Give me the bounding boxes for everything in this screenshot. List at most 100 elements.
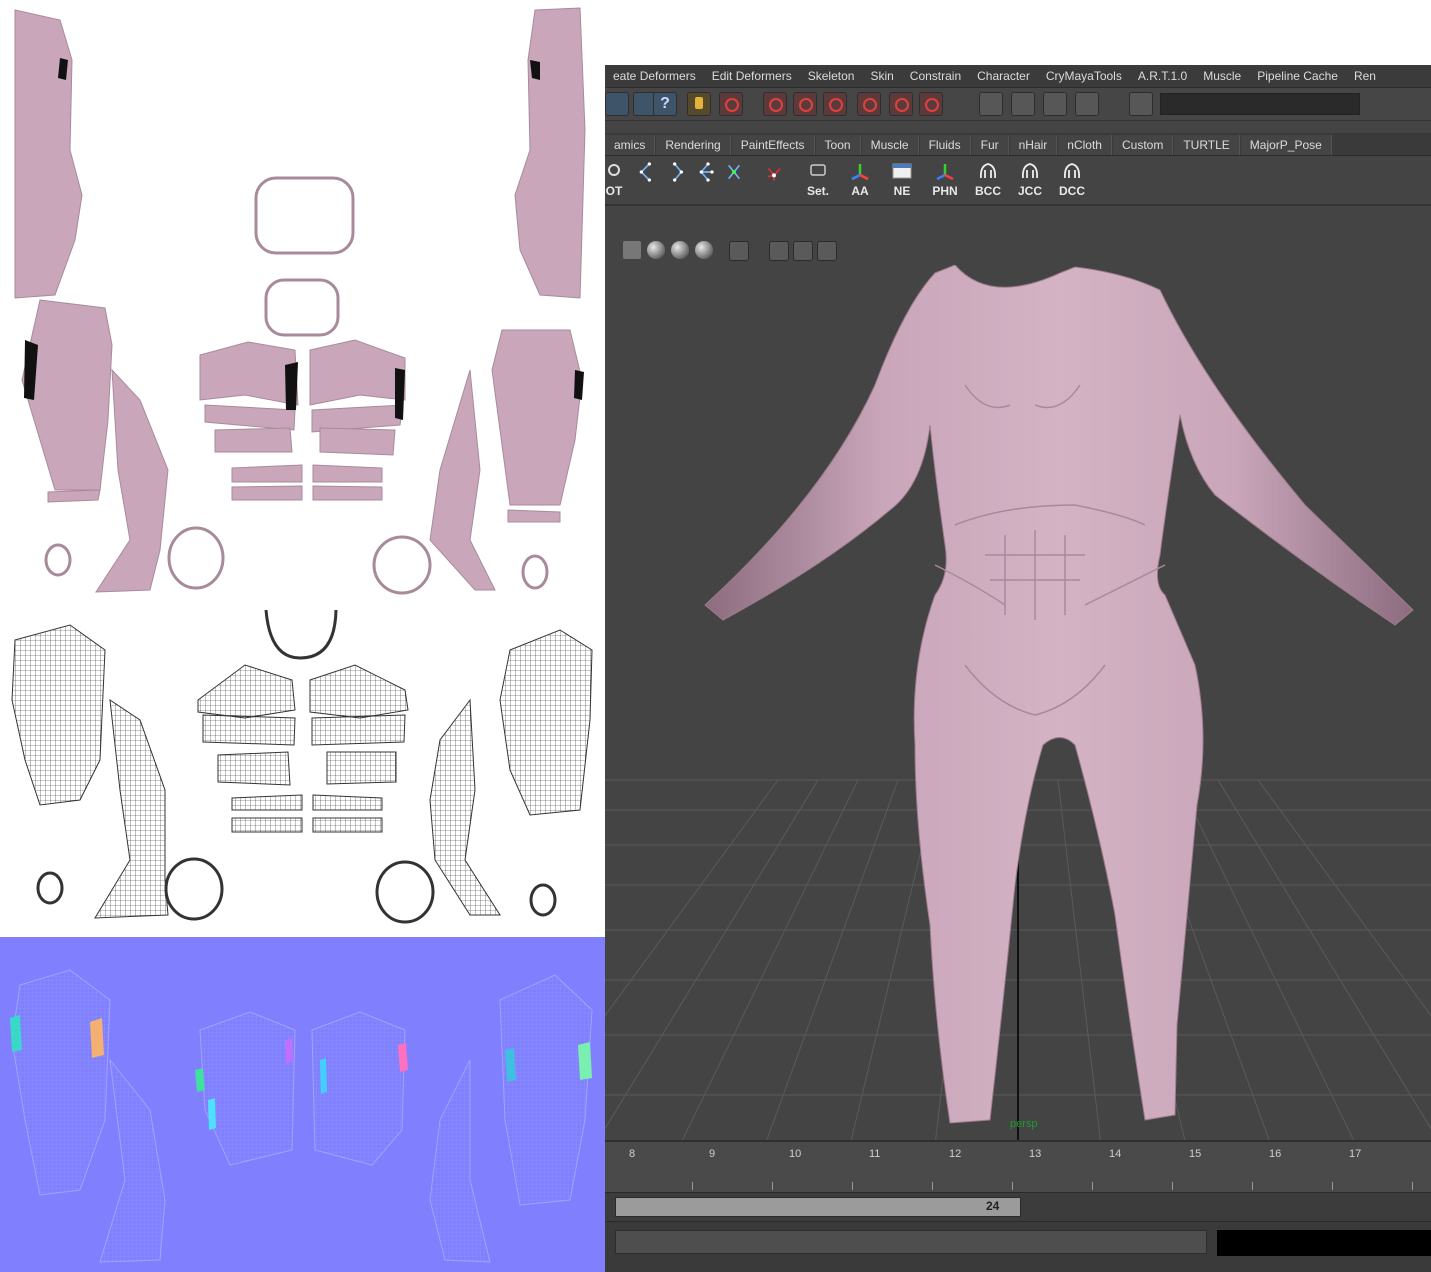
light-icon[interactable] bbox=[623, 241, 641, 259]
axis-icon bbox=[936, 164, 954, 181]
menu-muscle[interactable]: Muscle bbox=[1195, 69, 1249, 83]
share-icon[interactable] bbox=[817, 241, 837, 261]
shelf-button-ot[interactable]: OT bbox=[605, 160, 631, 198]
xray-icon[interactable] bbox=[793, 241, 813, 261]
timeline-tick bbox=[1332, 1182, 1333, 1190]
tab-dynamics[interactable]: amics bbox=[605, 135, 656, 155]
tab-painteffects[interactable]: PaintEffects bbox=[731, 135, 815, 155]
camera-cube-icon[interactable] bbox=[769, 241, 789, 261]
range-slider-bar[interactable]: 24 bbox=[615, 1197, 1021, 1217]
shelf-button-jcc[interactable]: JCC bbox=[1013, 160, 1047, 198]
magnet-live-icon[interactable] bbox=[919, 92, 943, 116]
menu-skin[interactable]: Skin bbox=[862, 69, 901, 83]
lock-icon[interactable] bbox=[687, 92, 711, 116]
tab-toon[interactable]: Toon bbox=[815, 135, 861, 155]
timeline-tick-label: 14 bbox=[1109, 1148, 1122, 1160]
shelf-button-label: BCC bbox=[975, 184, 1001, 198]
menu-crymayatools[interactable]: CryMayaTools bbox=[1038, 69, 1130, 83]
history-icon[interactable] bbox=[719, 92, 743, 116]
timeline-tick bbox=[852, 1182, 853, 1190]
shelf-button-label: PHN bbox=[932, 184, 958, 198]
shelf-button-x[interactable] bbox=[717, 160, 751, 198]
magnet-surface-icon[interactable] bbox=[889, 92, 913, 116]
menu-skeleton[interactable]: Skeleton bbox=[800, 69, 863, 83]
tab-nhair[interactable]: nHair bbox=[1009, 135, 1058, 155]
shelf-button-locator[interactable] bbox=[757, 160, 791, 198]
maya-window: eate Deformers Edit Deformers Skeleton S… bbox=[605, 65, 1431, 1272]
tab-majorp-pose[interactable]: MajorP_Pose bbox=[1240, 135, 1332, 155]
isolate-icon[interactable] bbox=[729, 241, 749, 261]
shelf-tabs: amics Rendering PaintEffects Toon Muscle… bbox=[605, 133, 1431, 156]
flat-shade-icon[interactable] bbox=[695, 241, 713, 259]
menu-create-deformers[interactable]: eate Deformers bbox=[605, 69, 704, 83]
set-icon bbox=[810, 164, 826, 176]
command-line bbox=[605, 1221, 1431, 1272]
tab-rendering[interactable]: Rendering bbox=[656, 135, 731, 155]
timeline-tick bbox=[1092, 1182, 1093, 1190]
tab-custom[interactable]: Custom bbox=[1112, 135, 1174, 155]
magnet-curve-icon[interactable] bbox=[793, 92, 817, 116]
timeline-tick-label: 16 bbox=[1269, 1148, 1282, 1160]
shelf-button-aa[interactable]: AA bbox=[843, 160, 877, 198]
menu-art[interactable]: A.R.T.1.0 bbox=[1130, 69, 1195, 83]
wireframe-shade-icon[interactable] bbox=[671, 241, 689, 259]
timeline-tick bbox=[1412, 1182, 1413, 1190]
tab-ncloth[interactable]: nCloth bbox=[1058, 135, 1112, 155]
shelf-button-label: OT bbox=[605, 184, 623, 198]
shelf-icons: OT Set. AA NE PHN BCC JCC DCC bbox=[605, 156, 1431, 206]
menu-character[interactable]: Character bbox=[969, 69, 1038, 83]
timeline-tick bbox=[1252, 1182, 1253, 1190]
help-icon[interactable]: ? bbox=[653, 92, 677, 116]
bracket-chain-icon bbox=[673, 162, 683, 182]
magnet-view-icon[interactable] bbox=[857, 92, 881, 116]
tab-fluids[interactable]: Fluids bbox=[919, 135, 971, 155]
tab-muscle[interactable]: Muscle bbox=[861, 135, 919, 155]
joint-network-icon bbox=[728, 164, 740, 180]
timeline-tick bbox=[932, 1182, 933, 1190]
shelf-button-ne[interactable]: NE bbox=[885, 160, 919, 198]
smooth-shade-icon[interactable] bbox=[647, 241, 665, 259]
uv-layout-solid bbox=[14, 7, 586, 593]
shelf-button-set[interactable]: Set. bbox=[801, 160, 835, 198]
tab-fur[interactable]: Fur bbox=[971, 135, 1009, 155]
joint-tool-icon bbox=[608, 164, 620, 176]
status-line: ? bbox=[605, 88, 1431, 121]
menu-pipeline-cache[interactable]: Pipeline Cache bbox=[1249, 69, 1346, 83]
shelf-button-phn[interactable]: PHN bbox=[928, 160, 962, 198]
viewport-scene: persp bbox=[605, 264, 1431, 1146]
main-menubar: eate Deformers Edit Deformers Skeleton S… bbox=[605, 65, 1431, 88]
shelf-button-label: AA bbox=[851, 184, 869, 198]
menu-edit-deformers[interactable]: Edit Deformers bbox=[704, 69, 800, 83]
input-line-icon[interactable] bbox=[1129, 92, 1153, 116]
timeline-tick-label: 17 bbox=[1349, 1148, 1362, 1160]
ipr-icon[interactable] bbox=[1043, 92, 1067, 116]
clapper-icon[interactable] bbox=[1011, 92, 1035, 116]
timeline-tick-label: 11 bbox=[869, 1148, 881, 1160]
quick-input-field[interactable] bbox=[1160, 93, 1360, 115]
shelf-button-bcc[interactable]: BCC bbox=[971, 160, 1005, 198]
time-slider[interactable]: 8 9 10 11 12 13 14 15 16 17 bbox=[605, 1140, 1431, 1194]
timeline-tick-label: 8 bbox=[629, 1148, 636, 1160]
timeline-tick-label: 13 bbox=[1029, 1148, 1042, 1160]
timeline-tick-label: 15 bbox=[1189, 1148, 1202, 1160]
magnet-point-icon[interactable] bbox=[823, 92, 847, 116]
timeline-tick-label: 10 bbox=[789, 1148, 802, 1160]
timeline-tick bbox=[1012, 1182, 1013, 1190]
shelf-button-ik[interactable] bbox=[629, 160, 663, 198]
shelf-button-label: DCC bbox=[1059, 184, 1085, 198]
menu-render[interactable]: Ren bbox=[1346, 69, 1384, 83]
perspective-viewport[interactable]: persp bbox=[605, 264, 1431, 1146]
timeline-tick bbox=[692, 1182, 693, 1190]
snap-icon[interactable] bbox=[605, 92, 629, 116]
ik-chain-icon bbox=[639, 162, 651, 182]
command-input[interactable] bbox=[615, 1230, 1207, 1254]
menu-constrain[interactable]: Constrain bbox=[902, 69, 969, 83]
normal-map bbox=[0, 937, 615, 1272]
timeline-tick bbox=[1172, 1182, 1173, 1190]
magnet-grid-icon[interactable] bbox=[763, 92, 787, 116]
render-view-icon[interactable] bbox=[979, 92, 1003, 116]
render-settings-icon[interactable] bbox=[1075, 92, 1099, 116]
shelf-button-dcc[interactable]: DCC bbox=[1055, 160, 1089, 198]
tab-turtle[interactable]: TURTLE bbox=[1174, 135, 1240, 155]
crysis-icon bbox=[1063, 163, 1081, 179]
